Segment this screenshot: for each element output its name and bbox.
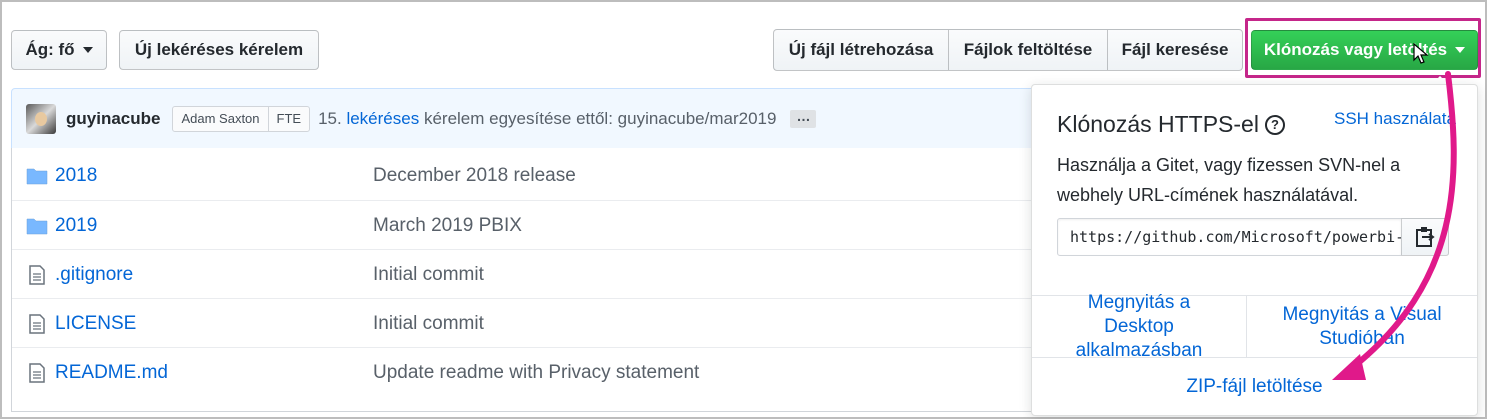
clipboard-icon <box>1416 227 1435 247</box>
branch-selector-button[interactable]: Ág: fő <box>11 30 107 70</box>
file-actions-group: Új fájl létrehozása Fájlok feltöltése Fá… <box>773 29 1243 71</box>
commit-message-link[interactable]: lekéréses <box>346 109 419 129</box>
file-icon <box>29 314 45 334</box>
coauthor-tag: FTE <box>267 105 311 132</box>
clone-panel-description: Használja a Gitet, vagy fizessen SVN-nel… <box>1057 155 1401 205</box>
file-commit-message[interactable]: Initial commit <box>373 264 484 286</box>
new-pull-request-label: Új lekéréses kérelem <box>134 40 304 59</box>
branch-label: Ág: fő <box>25 40 75 59</box>
file-commit-message[interactable]: Initial commit <box>373 313 484 335</box>
file-name-link[interactable]: .gitignore <box>55 264 133 286</box>
open-in-actions: Megnyitás a Desktop alkalmazásban Megnyi… <box>1032 292 1477 361</box>
commit-message-suffix: kérelem egyesítése ettől: guyinacube/mar… <box>423 108 777 128</box>
file-name-link[interactable]: README.md <box>55 362 168 384</box>
clone-url-input[interactable]: https://github.com/Microsoft/powerbi-des… <box>1057 218 1402 256</box>
new-pull-request-button[interactable]: Új lekéréses kérelem <box>119 30 319 70</box>
folder-icon <box>26 218 48 235</box>
help-icon[interactable]: ? <box>1264 114 1285 135</box>
chevron-down-icon <box>82 47 93 53</box>
use-ssh-link[interactable]: SSH használata <box>1334 109 1456 129</box>
file-commit-message[interactable]: Update readme with Privacy statement <box>373 362 699 384</box>
commit-message-prefix: 15. <box>318 108 342 128</box>
open-in-visual-studio-button[interactable]: Megnyitás a Visual Studióban <box>1246 296 1477 357</box>
upload-files-button[interactable]: Fájlok feltöltése <box>948 29 1108 71</box>
download-zip-button[interactable]: ZIP-fájl letöltése <box>1032 357 1477 416</box>
folder-icon <box>26 168 48 185</box>
clone-dropdown-panel: Klónozás HTTPS-el ? SSH használata Haszn… <box>1031 84 1478 416</box>
find-file-button[interactable]: Fájl keresése <box>1107 29 1243 71</box>
file-name-link[interactable]: 2018 <box>55 165 97 187</box>
file-icon <box>29 265 45 285</box>
file-name-link[interactable]: LICENSE <box>55 313 136 335</box>
file-commit-message[interactable]: March 2019 PBIX <box>373 215 522 237</box>
file-icon <box>29 363 45 383</box>
commit-author[interactable]: guyinacube <box>66 109 160 129</box>
create-file-button[interactable]: Új fájl létrehozása <box>773 29 949 71</box>
clone-panel-title: Klónozás HTTPS-el <box>1057 111 1259 137</box>
coauthor-badge: Adam Saxton <box>172 105 269 132</box>
copy-url-button[interactable] <box>1401 218 1449 256</box>
dropdown-caret <box>1432 76 1448 84</box>
file-name-link[interactable]: 2019 <box>55 215 97 237</box>
file-commit-message[interactable]: December 2018 release <box>373 165 576 187</box>
open-in-desktop-button[interactable]: Megnyitás a Desktop alkalmazásban <box>1032 292 1246 361</box>
highlight-annotation-box <box>1245 18 1481 78</box>
mouse-cursor-icon <box>1413 43 1429 64</box>
avatar[interactable] <box>26 103 56 134</box>
expand-commit-button[interactable]: … <box>790 109 817 128</box>
clone-panel-title-row: Klónozás HTTPS-el ? <box>1057 111 1285 138</box>
